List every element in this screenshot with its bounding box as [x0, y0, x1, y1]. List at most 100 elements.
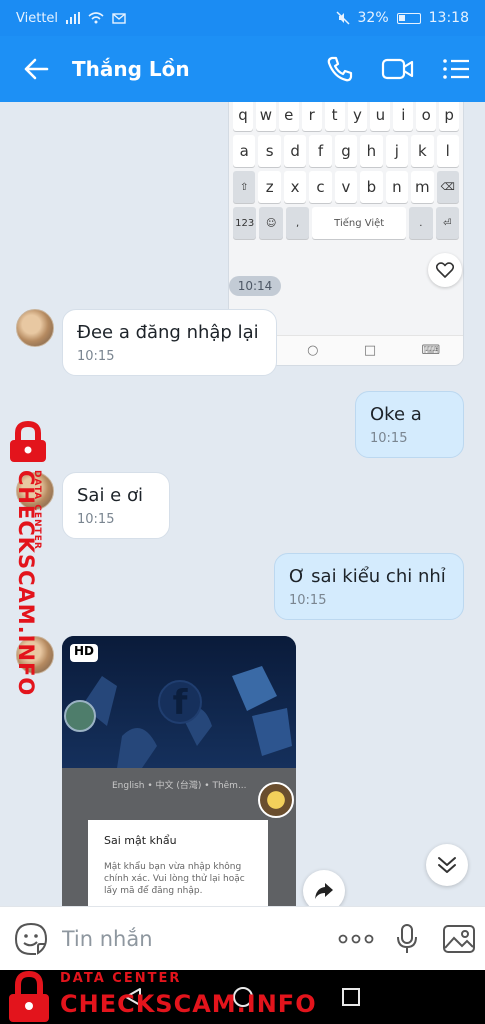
phone-icon	[327, 56, 353, 82]
back-button[interactable]	[0, 36, 72, 102]
keyboard-key: m	[411, 171, 434, 203]
keyboard-key: g	[334, 135, 358, 167]
chat-area[interactable]: qwertyuiop asdfghjkl ⇧ zxcvbnm ⌫ 123 ☺ ,…	[0, 102, 485, 906]
avatar[interactable]	[16, 309, 54, 347]
react-heart-button[interactable]	[428, 253, 462, 287]
watermark-bottom-main: CHECKSCAM.INFO	[60, 990, 317, 1018]
message-bubble-outgoing[interactable]: Oke a 10:15	[355, 391, 464, 458]
photo-login-screen: English • 中文 (台灣) • Thêm... Sai mật khẩu…	[62, 768, 296, 906]
signal-icon	[66, 12, 81, 24]
keyboard-key: r	[301, 102, 322, 131]
sticker-face-icon	[14, 922, 47, 955]
voice-message-button[interactable]	[381, 907, 433, 971]
message-time: 10:15	[77, 349, 115, 364]
lock-icon	[10, 420, 46, 462]
emoji-key-icon: ☺	[259, 207, 283, 239]
message-time: 10:15	[77, 512, 115, 527]
mic-key-icon: ,	[285, 207, 310, 239]
menu-button[interactable]	[427, 36, 485, 102]
keyboard-row-2: asdfghjkl	[229, 135, 463, 167]
enter-key-icon: ⏎	[435, 207, 459, 239]
keyboard-row-1: qwertyuiop	[229, 102, 463, 131]
watermark-bottom: DATA CENTER CHECKSCAM.INFO	[4, 970, 316, 1024]
facebook-icon: f	[158, 680, 202, 724]
call-button[interactable]	[311, 36, 369, 102]
nav-keyboard-icon: ⌨	[421, 343, 441, 358]
keyboard-key: d	[283, 135, 307, 167]
double-chevron-down-icon	[438, 857, 456, 873]
mute-icon	[335, 11, 350, 25]
keyboard-key: e	[278, 102, 299, 131]
square-recent-icon	[342, 988, 360, 1006]
hd-badge: HD	[70, 644, 99, 662]
keyboard-key: n	[385, 171, 409, 203]
keyboard-key: a	[233, 135, 256, 167]
dialog-title: Sai mật khẩu	[104, 834, 177, 847]
forward-button[interactable]	[303, 870, 345, 906]
chat-header: Thắng Lồn	[0, 36, 485, 102]
keyboard-key: k	[411, 135, 434, 167]
keyboard-key: z	[258, 171, 281, 203]
carrier-label: Viettel	[16, 10, 59, 26]
battery-icon	[396, 12, 421, 24]
wifi-icon	[88, 12, 104, 24]
photo-facebook-banner: HD f	[62, 636, 296, 768]
photo-message[interactable]: HD f English • 中文 (台灣) • Thêm... Sai mật…	[62, 636, 296, 906]
sticker-icon	[258, 782, 294, 818]
watermark-side: CHECKSCAM.INFO DATA CENTER	[2, 420, 56, 696]
message-text: Đee a đăng nhập lại	[77, 322, 259, 343]
keyboard-key: u	[370, 102, 391, 131]
message-input[interactable]	[61, 926, 330, 951]
video-camera-icon	[381, 58, 414, 80]
language-options: English • 中文 (台灣) • Thêm...	[112, 781, 247, 791]
message-bubble-outgoing[interactable]: Ơ sai kiểu chi nhỉ 10:15	[274, 553, 464, 620]
video-call-button[interactable]	[369, 36, 427, 102]
keyboard-key: s	[258, 135, 281, 167]
share-arrow-icon	[315, 883, 333, 899]
mail-icon	[112, 12, 126, 24]
space-key: Tiếng Việt	[312, 207, 407, 239]
more-dots-icon	[338, 934, 373, 943]
dialog-body: Mật khẩu bạn vừa nhập không chính xác. V…	[104, 862, 245, 896]
battery-percent: 32%	[357, 10, 389, 26]
gallery-button[interactable]	[433, 907, 485, 971]
message-text: Ơ sai kiểu chi nhỉ	[289, 566, 446, 587]
error-dialog: Sai mật khẩu Mật khẩu bạn vừa nhập không…	[88, 820, 268, 906]
keyboard-row-3: ⇧ zxcvbnm ⌫	[229, 171, 463, 203]
system-recent-button[interactable]	[336, 982, 366, 1012]
message-text: Sai e ơi	[77, 485, 143, 506]
lock-icon	[9, 970, 49, 1022]
keyboard-key: h	[360, 135, 383, 167]
keyboard-key: l	[436, 135, 459, 167]
menu-lines-icon	[443, 59, 469, 79]
emoji-button[interactable]	[0, 907, 62, 971]
keyboard-key: c	[309, 171, 332, 203]
scroll-to-bottom-button[interactable]	[426, 844, 468, 886]
message-time: 10:15	[289, 593, 327, 608]
keyboard-key: v	[334, 171, 358, 203]
keyboard-key: b	[360, 171, 383, 203]
keyboard-key: f	[309, 135, 332, 167]
image-icon	[443, 924, 476, 953]
time-separator: 10:14	[229, 276, 281, 296]
arrow-left-icon	[24, 58, 49, 80]
keyboard-key: t	[324, 102, 345, 131]
more-options-button[interactable]	[330, 907, 382, 971]
message-composer	[0, 906, 485, 970]
profile-thumbnail	[64, 700, 96, 732]
status-bar: Viettel 32% 13:18	[0, 0, 485, 36]
message-bubble-incoming[interactable]: Đee a đăng nhập lại 10:15	[62, 309, 277, 376]
shift-icon: ⇧	[233, 171, 256, 203]
nav-recent-icon: □	[363, 343, 377, 358]
contact-name[interactable]: Thắng Lồn	[72, 57, 311, 81]
clock: 13:18	[428, 10, 469, 26]
message-time: 10:15	[370, 431, 408, 446]
microphone-icon	[397, 923, 418, 953]
backspace-icon: ⌫	[436, 171, 459, 203]
message-bubble-incoming[interactable]: Sai e ơi 10:15	[62, 472, 170, 539]
period-key: .	[409, 207, 433, 239]
keyboard-key: x	[283, 171, 307, 203]
keyboard-key: j	[385, 135, 409, 167]
keyboard-row-4: 123 ☺ , Tiếng Việt . ⏎	[229, 207, 463, 239]
keyboard-key: q	[233, 102, 253, 131]
